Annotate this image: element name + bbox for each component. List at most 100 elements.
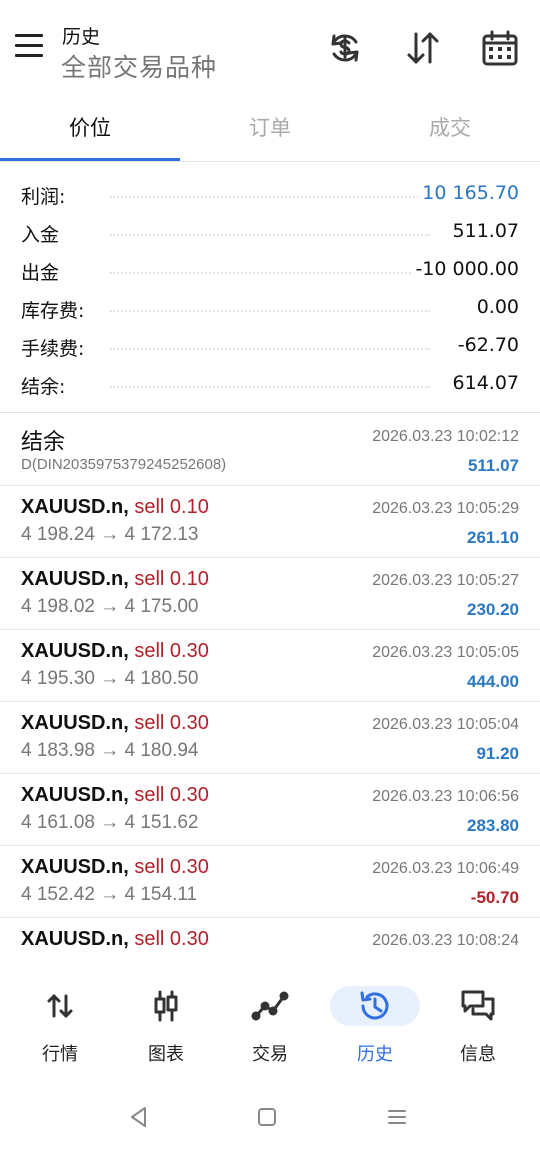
deals-list: 结余 D(DIN2035975379245252608) 2026.03.23 … — [0, 414, 540, 990]
summary-row-withdrawal: 出金 -10 000.00 — [0, 252, 540, 290]
app-header: 历史 全部交易品种 — [0, 0, 540, 96]
summary-label: 出金 — [21, 258, 64, 285]
summary-label: 入金 — [21, 220, 64, 247]
dotted-leader — [110, 310, 430, 312]
nav-label: 图表 — [148, 1044, 184, 1065]
tab-positions[interactable]: 价位 — [0, 96, 180, 160]
nav-label: 交易 — [252, 1044, 288, 1065]
currency-exchange-icon[interactable] — [325, 28, 365, 68]
summary-row-commission: 手续费: -62.70 — [0, 328, 540, 366]
dotted-leader — [110, 386, 430, 388]
sort-icon[interactable] — [403, 28, 443, 68]
candlestick-chart-icon — [146, 986, 186, 1026]
symbol-filter[interactable]: 全部交易品种 — [61, 48, 217, 84]
trade-line-icon — [250, 986, 290, 1026]
deal-type: sell 0.10 — [134, 568, 209, 590]
nav-label: 历史 — [357, 1044, 393, 1065]
dotted-leader — [110, 234, 430, 236]
summary-label: 库存费: — [21, 296, 89, 323]
deal-prices: 4 183.98 → 4 180.94 — [21, 740, 199, 761]
deal-profit: 283.80 — [467, 816, 519, 835]
summary-value: 511.07 — [448, 220, 519, 242]
nav-item-charts[interactable]: 图表 — [112, 970, 220, 1078]
deal-symbol: XAUUSD.n, — [21, 928, 129, 950]
home-icon[interactable] — [252, 1102, 282, 1132]
nav-label: 信息 — [460, 1044, 496, 1065]
balance-entry-comment: D(DIN2035975379245252608) — [21, 456, 227, 473]
deal-prices: 4 195.30 → 4 180.50 — [21, 668, 199, 689]
dotted-leader — [110, 272, 430, 274]
back-icon[interactable] — [124, 1102, 154, 1132]
deal-row[interactable]: XAUUSD.n, sell 0.30 4 161.08 → 4 151.62 … — [0, 774, 540, 846]
deal-profit: 261.10 — [467, 528, 519, 547]
deal-time: 2026.03.23 10:05:27 — [372, 572, 519, 589]
summary-label: 手续费: — [21, 334, 89, 361]
history-tabs: 价位 订单 成交 — [0, 96, 540, 162]
deal-row[interactable]: XAUUSD.n, sell 0.10 4 198.02 → 4 175.00 … — [0, 558, 540, 630]
summary-row-balance: 结余: 614.07 — [0, 366, 540, 404]
summary-row-profit: 利润: 10 165.70 — [0, 176, 540, 214]
recents-icon[interactable] — [382, 1102, 412, 1132]
deal-time: 2026.03.23 10:06:49 — [372, 860, 519, 877]
page-title: 历史 — [62, 26, 101, 48]
deal-symbol: XAUUSD.n, — [21, 496, 129, 518]
deal-prices: 4 152.42 → 4 154.11 — [21, 884, 198, 905]
deal-row[interactable]: XAUUSD.n, sell 0.30 4 152.42 → 4 154.11 … — [0, 846, 540, 918]
summary-value: 0.00 — [472, 296, 519, 318]
deal-symbol: XAUUSD.n, — [21, 856, 129, 878]
deal-profit: 230.20 — [467, 600, 519, 619]
bottom-navigation: 行情 图表 交易 历史 信息 — [0, 970, 540, 1078]
messages-icon — [458, 986, 498, 1026]
summary-value: -62.70 — [453, 334, 519, 356]
summary-label: 结余: — [21, 372, 70, 399]
tab-deals[interactable]: 成交 — [360, 96, 540, 160]
deal-time: 2026.03.23 10:05:29 — [372, 500, 519, 517]
deal-row[interactable]: XAUUSD.n, sell 0.30 4 195.30 → 4 180.50 … — [0, 630, 540, 702]
nav-item-messages[interactable]: 信息 — [424, 970, 532, 1078]
system-navigation-bar — [0, 1078, 540, 1152]
balance-entry[interactable]: 结余 D(DIN2035975379245252608) 2026.03.23 … — [0, 414, 540, 486]
deal-prices: 4 198.24 → 4 172.13 — [21, 524, 199, 545]
deal-time: 2026.03.23 10:05:05 — [372, 644, 519, 661]
deal-time: 2026.03.23 10:06:56 — [372, 788, 519, 805]
deal-time: 2026.03.23 10:02:12 — [372, 428, 519, 445]
dotted-leader — [110, 196, 430, 198]
deal-prices: 4 198.02 → 4 175.00 — [21, 596, 199, 617]
deal-type: sell 0.30 — [134, 856, 209, 878]
deal-profit: 91.20 — [476, 744, 519, 763]
deal-symbol: XAUUSD.n, — [21, 712, 129, 734]
deal-type: sell 0.30 — [134, 784, 209, 806]
deal-profit: -50.70 — [470, 888, 519, 907]
deal-row[interactable]: XAUUSD.n, sell 0.10 4 198.24 → 4 172.13 … — [0, 486, 540, 558]
summary-row-deposit: 入金 511.07 — [0, 214, 540, 252]
deal-prices: 4 161.08 → 4 151.62 — [21, 812, 199, 833]
summary-value: 10 165.70 — [418, 182, 519, 204]
deal-profit: 444.00 — [467, 672, 519, 691]
nav-item-quotes[interactable]: 行情 — [6, 970, 114, 1078]
menu-icon[interactable] — [14, 34, 46, 62]
deal-type: sell 0.30 — [134, 640, 209, 662]
summary-divider — [0, 412, 540, 413]
deal-row[interactable]: XAUUSD.n, sell 0.30 4 183.98 → 4 180.94 … — [0, 702, 540, 774]
summary-value: -10 000.00 — [411, 258, 519, 280]
tab-active-indicator — [0, 158, 180, 161]
deal-amount: 511.07 — [467, 456, 519, 475]
history-clock-icon — [355, 986, 395, 1026]
deal-symbol: XAUUSD.n, — [21, 784, 129, 806]
nav-item-history[interactable]: 历史 — [321, 970, 429, 1078]
nav-item-trade[interactable]: 交易 — [216, 970, 324, 1078]
deal-type: sell 0.30 — [134, 928, 209, 950]
deal-time: 2026.03.23 10:05:04 — [372, 716, 519, 733]
quotes-arrows-icon — [40, 986, 80, 1026]
calendar-icon[interactable] — [480, 28, 520, 68]
deal-symbol: XAUUSD.n, — [21, 640, 129, 662]
summary-row-swap: 库存费: 0.00 — [0, 290, 540, 328]
balance-entry-title: 结余 — [21, 430, 66, 455]
summary-label: 利润: — [21, 182, 70, 209]
deal-symbol: XAUUSD.n, — [21, 568, 129, 590]
deal-type: sell 0.10 — [134, 496, 209, 518]
tab-orders[interactable]: 订单 — [180, 96, 360, 160]
deal-time: 2026.03.23 10:08:24 — [372, 932, 519, 949]
dotted-leader — [110, 348, 430, 350]
deal-type: sell 0.30 — [134, 712, 209, 734]
